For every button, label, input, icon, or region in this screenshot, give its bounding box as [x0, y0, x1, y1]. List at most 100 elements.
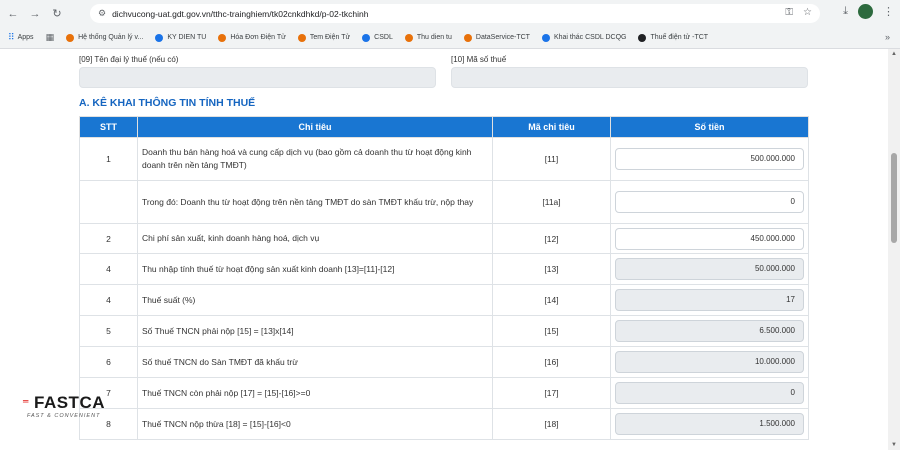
amount-input: 6.500.000	[615, 320, 804, 342]
reload-icon[interactable]: ↻	[48, 5, 66, 23]
bookmark-favicon-icon	[638, 33, 647, 42]
scroll-down-arrow-icon[interactable]: ▼	[891, 442, 897, 448]
row-amount-cell: 6.500.000	[610, 315, 809, 347]
row-amount-cell: 50.000.000	[610, 253, 809, 285]
password-key-icon[interactable]: ⚿	[785, 7, 793, 18]
amount-input: 17	[615, 289, 804, 311]
bookmark-item[interactable]: Thuế điện tử -TCT	[638, 33, 709, 42]
bookmark-item[interactable]: Tem Điện Tử	[297, 33, 351, 42]
row-description: Số Thuế TNCN phải nộp [15] = [13]x[14]	[137, 315, 493, 347]
row-code: [15]	[492, 315, 611, 347]
profile-avatar[interactable]	[858, 4, 873, 19]
bookmark-item[interactable]: Thu dien tu	[404, 33, 452, 42]
row-stt: 4	[79, 284, 138, 316]
scrollbar-thumb[interactable]	[891, 153, 897, 243]
download-icon[interactable]: ⤓	[843, 5, 848, 18]
bookmark-label: KY DIEN TU	[167, 34, 207, 41]
tax-form-page: [09] Tên đại lý thuế (nếu có) [10] Mã số…	[0, 49, 888, 450]
row-description: Thuế TNCN còn phải nộp [17] = [15]-[16]>…	[137, 377, 493, 409]
bookmark-label: Hóa Đơn Điện Tử	[230, 34, 286, 41]
row-description: Thuế suất (%)	[137, 284, 493, 316]
back-arrow-icon[interactable]: ←	[4, 5, 22, 23]
row-code: [11]	[492, 137, 611, 181]
row-stt: 5	[79, 315, 138, 347]
row-amount-cell: 1.500.000	[610, 408, 809, 440]
bookmark-favicon-icon	[362, 33, 371, 42]
row-description: Doanh thu bán hàng hoá và cung cấp dịch …	[137, 137, 493, 181]
tax-declaration-table: STT Chỉ tiêu Mã chỉ tiêu Số tiền 1 Doanh …	[79, 116, 809, 440]
bookmark-item[interactable]: DataService-TCT	[463, 33, 530, 42]
bookmark-label: Thu dien tu	[416, 34, 452, 41]
row-stt: 4	[79, 253, 138, 285]
row-code: [17]	[492, 377, 611, 409]
table-row: 5 Số Thuế TNCN phải nộp [15] = [13]x[14][…	[79, 315, 809, 347]
row-code: [13]	[492, 253, 611, 285]
scroll-up-arrow-icon[interactable]: ▲	[891, 51, 897, 57]
fastca-logo: ⁼ FASTCA FAST & CONVENIENT	[22, 393, 132, 427]
bookmark-star-icon[interactable]: ☆	[803, 7, 812, 18]
row-description: Thu nhập tính thuế từ hoạt động sản xuất…	[137, 253, 493, 285]
bookmark-item[interactable]: KY DIEN TU	[155, 33, 207, 42]
logo-tagline: FAST & CONVENIENT	[27, 413, 101, 419]
logo-mark-icon: ⁼	[22, 395, 30, 411]
header-stt: STT	[79, 116, 138, 138]
amount-input[interactable]: 450.000.000	[615, 227, 804, 250]
bookmark-favicon-icon	[404, 33, 413, 42]
bookmark-label: DataService-TCT	[475, 34, 530, 41]
row-code: [14]	[492, 284, 611, 316]
bookmark-label: Khai thác CSDL DCQG	[553, 34, 627, 41]
table-row: 8 Thuế TNCN nộp thừa [18] = [15]-[16]<0 [1…	[79, 408, 809, 440]
row-amount-cell: 500.000.000	[610, 137, 809, 181]
row-description: Thuế TNCN nộp thừa [18] = [15]-[16]<0	[137, 408, 493, 440]
menu-kebab-icon[interactable]: ⋮	[883, 5, 894, 18]
agent-name-label: [09] Tên đại lý thuế (nếu có)	[79, 55, 179, 64]
table-row: 2 Chi phí sản xuất, kinh doanh hàng hoá, …	[79, 223, 809, 254]
amount-input: 50.000.000	[615, 258, 804, 280]
row-amount-cell: 10.000.000	[610, 346, 809, 378]
row-description: Trong đó: Doanh thu từ hoạt động trên nề…	[137, 180, 493, 224]
bookmark-label: Tem Điện Tử	[309, 34, 351, 41]
bookmark-label: Thuế điện tử -TCT	[650, 34, 709, 41]
table-row: Trong đó: Doanh thu từ hoạt động trên nề…	[79, 180, 809, 224]
row-stt	[79, 180, 138, 224]
section-title: A. KÊ KHAI THÔNG TIN TÍNH THUẾ	[79, 97, 256, 109]
table-header-row: STT Chỉ tiêu Mã chỉ tiêu Số tiền	[79, 116, 809, 138]
bookmark-favicon-icon	[297, 33, 306, 42]
bookmark-item[interactable]: Khai thác CSDL DCQG	[541, 33, 627, 42]
bookmark-favicon-icon	[66, 33, 75, 42]
url-text: dichvucong-uat.gdt.gov.vn/tthc-trainghie…	[112, 8, 369, 19]
table-row: 7 Thuế TNCN còn phải nộp [17] = [15]-[16]…	[79, 377, 809, 409]
bookmark-favicon-icon	[218, 33, 227, 42]
bookmark-favicon-icon	[463, 33, 472, 42]
address-bar[interactable]: ⚙ dichvucong-uat.gdt.gov.vn/tthc-traingh…	[90, 4, 820, 23]
tab-grid-icon: ▦	[45, 32, 55, 42]
bookmark-item[interactable]: Hệ thống Quản lý v...	[66, 33, 144, 42]
more-bookmarks-icon[interactable]: »	[885, 32, 890, 42]
bookmarks-bar: ⠿ Apps ▦ Hệ thống Quản lý v... KY DIEN TU…	[0, 27, 900, 49]
page-scrollbar[interactable]: ▲ ▼	[888, 49, 900, 450]
bookmark-item[interactable]: Hóa Đơn Điện Tử	[218, 33, 286, 42]
apps-shortcut[interactable]: ⠿ Apps	[8, 32, 34, 43]
forward-arrow-icon[interactable]: →	[26, 5, 44, 23]
bookmark-label: CSDL	[374, 34, 393, 41]
table-row: 1 Doanh thu bán hàng hoá và cung cấp dịch…	[79, 137, 809, 181]
agent-tax-code-label: [10] Mã số thuế	[451, 55, 507, 64]
table-row: 6 Số thuế TNCN do Sàn TMĐT đã khấu trừ [16…	[79, 346, 809, 378]
agent-name-input[interactable]	[79, 67, 436, 88]
amount-input[interactable]: 500.000.000	[615, 148, 804, 170]
tab-grid-shortcut[interactable]: ▦	[46, 32, 55, 43]
row-stt: 6	[79, 346, 138, 378]
row-code: [12]	[492, 223, 611, 254]
row-amount-cell: 17	[610, 284, 809, 316]
agent-tax-code-input[interactable]	[451, 67, 808, 88]
site-info-icon[interactable]: ⚙	[98, 8, 106, 19]
bookmark-label: Hệ thống Quản lý v...	[78, 34, 144, 41]
row-code: [18]	[492, 408, 611, 440]
row-description: Chi phí sản xuất, kinh doanh hàng hoá, d…	[137, 223, 493, 254]
amount-input[interactable]: 0	[615, 191, 804, 213]
amount-input: 10.000.000	[615, 351, 804, 373]
row-stt: 2	[79, 223, 138, 254]
row-amount-cell: 450.000.000	[610, 223, 809, 254]
browser-toolbar: ← → ↻ ⚙ dichvucong-uat.gdt.gov.vn/tthc-t…	[0, 0, 900, 27]
bookmark-item[interactable]: CSDL	[362, 33, 393, 42]
